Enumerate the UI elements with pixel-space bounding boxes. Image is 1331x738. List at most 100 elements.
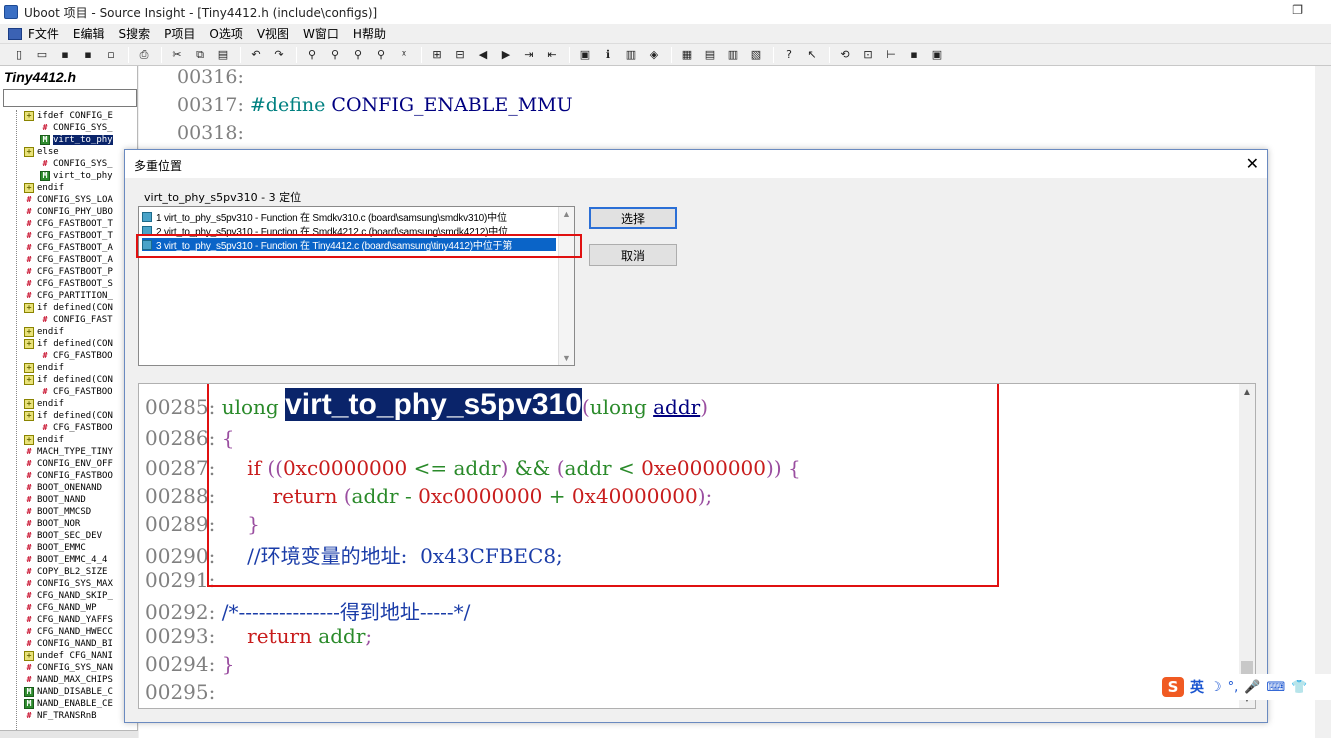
location-item[interactable]: 1 virt_to_phy_s5pv310 - Function 在 Smdkv… bbox=[142, 210, 556, 223]
symbol-list-item[interactable]: + if defined(CON bbox=[24, 374, 113, 386]
symbol-list-item[interactable]: # CFG_FASTBOOT_A bbox=[24, 242, 113, 254]
symbol-list-item[interactable]: # BOOT_ONENAND bbox=[24, 482, 102, 494]
symbol-list-item[interactable]: # CONFIG_PHY_UBO bbox=[24, 206, 113, 218]
dialog-close-button[interactable]: ✕ bbox=[1246, 154, 1259, 173]
layout1-icon[interactable]: ▦ bbox=[678, 47, 696, 63]
layout4-icon[interactable]: ▧ bbox=[747, 47, 765, 63]
symbol-list-item[interactable]: # CFG_NAND_YAFFS bbox=[24, 614, 113, 626]
info-icon[interactable]: ℹ bbox=[599, 47, 617, 63]
help-icon[interactable]: ▣ bbox=[928, 47, 946, 63]
symbol-list-item[interactable]: + if defined(CON bbox=[24, 410, 113, 422]
save-all-icon[interactable]: ▪ bbox=[79, 47, 97, 63]
symbol-list-item[interactable]: # CFG_FASTBOOT_T bbox=[24, 218, 113, 230]
open-file-icon[interactable]: ▭ bbox=[33, 47, 51, 63]
symbol-list-item[interactable]: # BOOT_EMMC bbox=[24, 542, 86, 554]
symbol-list-item[interactable]: # CFG_FASTBOO bbox=[40, 422, 113, 434]
symbol-list-item[interactable]: # CONFIG_FASTBOO bbox=[24, 470, 113, 482]
print-icon[interactable]: ⎙ bbox=[135, 47, 153, 63]
symbol-list-item[interactable]: # CONFIG_SYS_ bbox=[40, 122, 113, 134]
menu-options[interactable]: O选项 bbox=[209, 25, 242, 42]
symbol-list-item[interactable]: # CONFIG_NAND_BI bbox=[24, 638, 113, 650]
scroll-down-icon[interactable]: ▼ bbox=[562, 353, 571, 363]
go-back-icon[interactable]: ◀ bbox=[474, 47, 492, 63]
search-icon[interactable]: ⚲ bbox=[303, 47, 321, 63]
symbol-list-item[interactable]: + endif bbox=[24, 362, 64, 374]
cut-icon[interactable]: ✂ bbox=[168, 47, 186, 63]
properties-icon[interactable]: ▪ bbox=[905, 47, 923, 63]
symbol-list-item[interactable]: # CONFIG_SYS_ bbox=[40, 158, 113, 170]
symbol-list-item[interactable]: # BOOT_NOR bbox=[24, 518, 81, 530]
tree-icon[interactable]: ⊢ bbox=[882, 47, 900, 63]
symbol-list-item[interactable]: # BOOT_MMCSD bbox=[24, 506, 92, 518]
symbol-list-item[interactable]: + else bbox=[24, 146, 59, 158]
symbol-list-item[interactable]: # CONFIG_ENV_OFF bbox=[24, 458, 113, 470]
symbol-window-icon[interactable]: ◈ bbox=[645, 47, 663, 63]
redo-icon[interactable]: ↷ bbox=[270, 47, 288, 63]
symbol-list-item[interactable]: # CFG_NAND_WP bbox=[24, 602, 97, 614]
scroll-up-icon[interactable]: ▲ bbox=[562, 209, 571, 219]
symbol-list-item[interactable]: # CFG_FASTBOOT_P bbox=[24, 266, 113, 278]
book-icon[interactable]: ▥ bbox=[622, 47, 640, 63]
skin-icon[interactable]: 👕 bbox=[1291, 680, 1307, 695]
symbol-list-item[interactable]: # CONFIG_SYS_LOA bbox=[24, 194, 113, 206]
preview-scrollbar[interactable]: ▲ ▼ bbox=[1239, 384, 1255, 708]
symbol-list-item[interactable]: + endif bbox=[24, 434, 64, 446]
paste-icon[interactable]: ▤ bbox=[214, 47, 232, 63]
copy-icon[interactable]: ⧉ bbox=[191, 47, 209, 63]
symbol-list-item[interactable]: # MACH_TYPE_TINY bbox=[24, 446, 113, 458]
bookmark-icon[interactable]: ⊞ bbox=[428, 47, 446, 63]
symbol-list-item[interactable]: # NF_TRANSRnB bbox=[24, 710, 97, 722]
help-context-icon[interactable]: ? bbox=[780, 47, 798, 63]
jump-icon[interactable]: ⇥ bbox=[520, 47, 538, 63]
symbol-list-item[interactable]: # COPY_BL2_SIZE bbox=[24, 566, 108, 578]
moon-icon[interactable]: ☽ bbox=[1210, 680, 1222, 695]
scroll-up-icon[interactable]: ▲ bbox=[1242, 387, 1252, 398]
symbol-list-item[interactable]: # CFG_NAND_SKIP_ bbox=[24, 590, 113, 602]
punctuation-icon[interactable]: °, bbox=[1228, 680, 1239, 695]
symbol-list-item[interactable]: # CFG_FASTBOOT_T bbox=[24, 230, 113, 242]
menu-window[interactable]: W窗口 bbox=[303, 25, 339, 42]
symbol-list-item[interactable]: + endif bbox=[24, 182, 64, 194]
symbol-list-item[interactable]: # CFG_FASTBOOT_A bbox=[24, 254, 113, 266]
symbol-list-item[interactable]: + endif bbox=[24, 326, 64, 338]
menu-help[interactable]: H帮助 bbox=[353, 25, 386, 42]
layout3-icon[interactable]: ▥ bbox=[724, 47, 742, 63]
symbol-list-item[interactable]: + if defined(CON bbox=[24, 338, 113, 350]
select-button[interactable]: 选择 bbox=[589, 207, 677, 229]
cancel-button[interactable]: 取消 bbox=[589, 244, 677, 266]
symbol-list-item[interactable]: # CONFIG_SYS_NAN bbox=[24, 662, 113, 674]
lookup-refs-icon[interactable]: ⚲ bbox=[372, 47, 390, 63]
search-project-icon[interactable]: ⚲ bbox=[349, 47, 367, 63]
symbol-list-item[interactable]: + ifdef CONFIG_E bbox=[24, 110, 113, 122]
sync-icon[interactable]: ⟲ bbox=[836, 47, 854, 63]
close-file-icon[interactable]: ▫ bbox=[102, 47, 120, 63]
new-file-icon[interactable]: ▯ bbox=[10, 47, 28, 63]
symbol-list-item[interactable]: # NAND_MAX_CHIPS bbox=[24, 674, 113, 686]
location-list-scrollbar[interactable]: ▲ ▼ bbox=[558, 207, 574, 365]
go-forward-icon[interactable]: ▶ bbox=[497, 47, 515, 63]
symbol-list-item[interactable]: # CONFIG_SYS_MAX bbox=[24, 578, 113, 590]
code-preview[interactable]: 00285: ulong virt_to_phy_s5pv310(ulong a… bbox=[138, 383, 1256, 709]
browse-icon[interactable]: ▣ bbox=[576, 47, 594, 63]
symbol-list-item[interactable]: # CFG_FASTBOOT_S bbox=[24, 278, 113, 290]
symbol-list-item[interactable]: # CFG_FASTBOO bbox=[40, 350, 113, 362]
ime-language-toggle[interactable]: 英 bbox=[1190, 677, 1204, 697]
menu-file[interactable]: F文件 bbox=[28, 25, 59, 42]
symbol-list-item[interactable]: # CFG_FASTBOO bbox=[40, 386, 113, 398]
symbol-list-item[interactable]: M NAND_DISABLE_C bbox=[24, 686, 113, 698]
layout2-icon[interactable]: ▤ bbox=[701, 47, 719, 63]
replace-icon[interactable]: ᵡ bbox=[395, 47, 413, 63]
symbol-list-item[interactable]: + if defined(CON bbox=[24, 302, 113, 314]
symbol-list-item[interactable]: # BOOT_EMMC_4_4 bbox=[24, 554, 108, 566]
system-menu-icon[interactable] bbox=[8, 27, 22, 40]
symbol-list-item[interactable]: # CFG_NAND_HWECC bbox=[24, 626, 113, 638]
menu-search[interactable]: S搜索 bbox=[119, 25, 151, 42]
bookmark-remove-icon[interactable]: ⊟ bbox=[451, 47, 469, 63]
symbol-list-item[interactable]: # CONFIG_FAST bbox=[40, 314, 113, 326]
save-icon[interactable]: ▪ bbox=[56, 47, 74, 63]
symbol-list-item[interactable]: # BOOT_SEC_DEV bbox=[24, 530, 102, 542]
symbol-list-item[interactable]: # CFG_PARTITION_ bbox=[24, 290, 113, 302]
symbol-list-item[interactable]: Mvirt_to_phy bbox=[40, 134, 113, 146]
menu-edit[interactable]: E编辑 bbox=[73, 25, 105, 42]
symbol-list-item[interactable]: + endif bbox=[24, 398, 64, 410]
